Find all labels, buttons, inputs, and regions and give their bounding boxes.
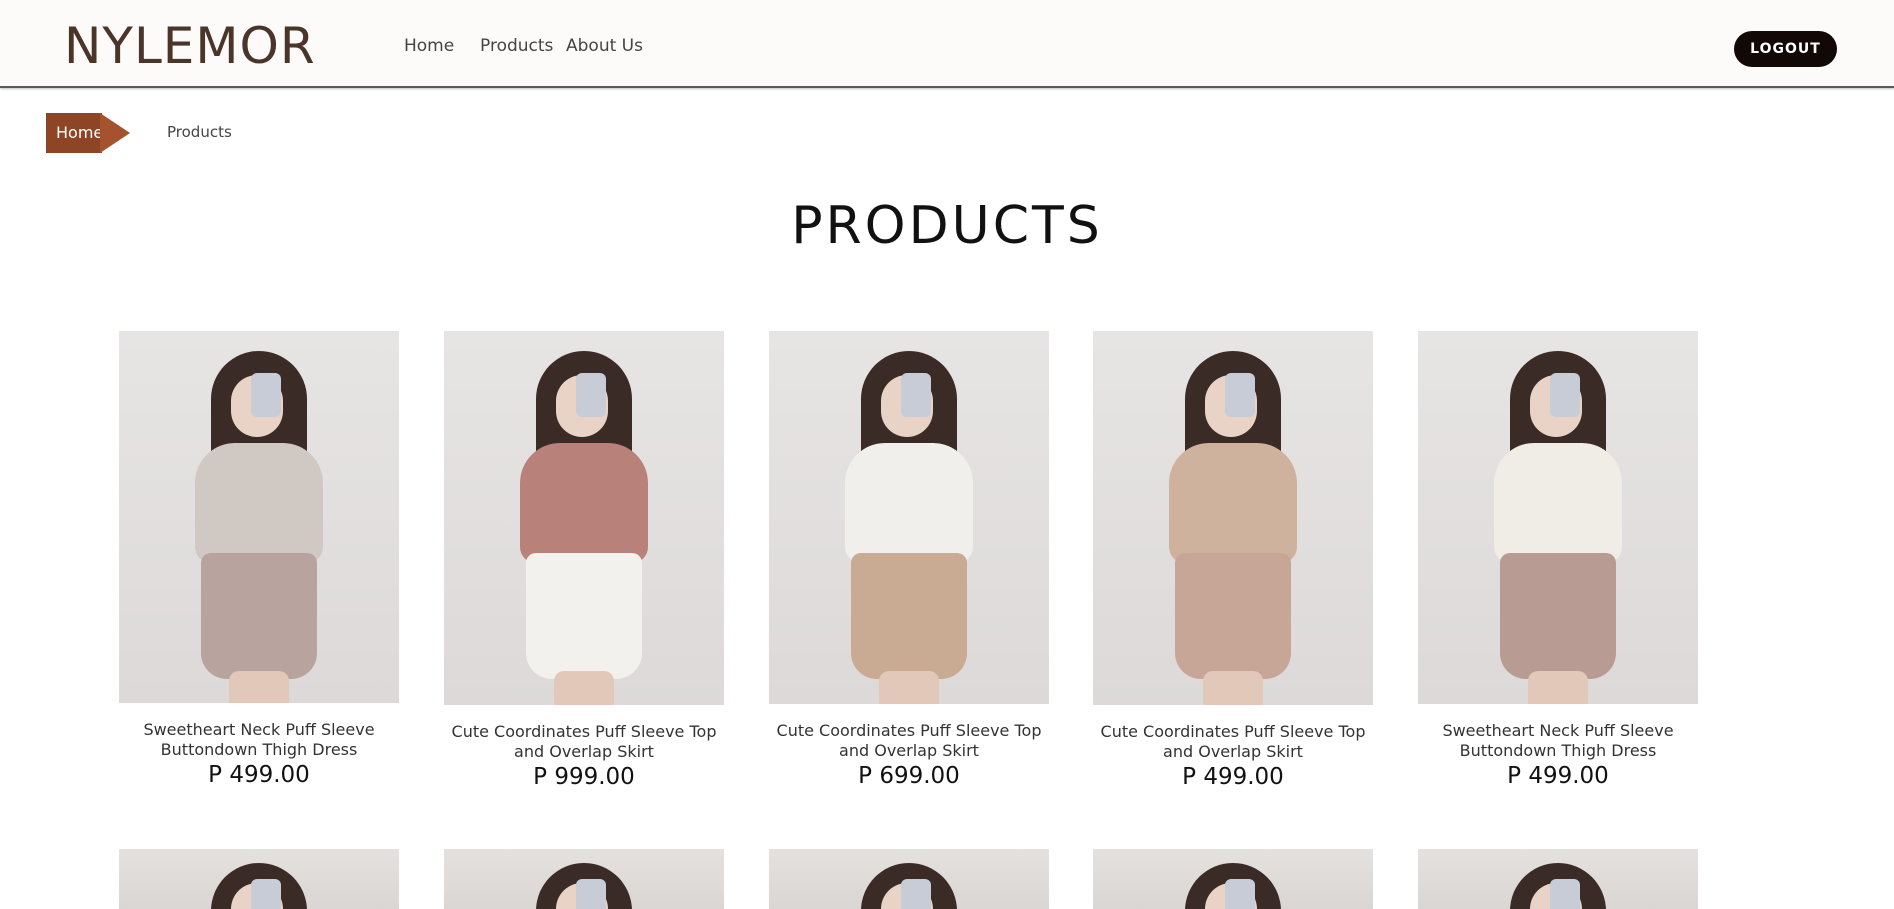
brand-logo[interactable]: NYLEMOR — [64, 18, 316, 74]
product-image[interactable] — [769, 331, 1049, 704]
product-image[interactable] — [769, 849, 1049, 909]
breadcrumb-home[interactable]: Home — [46, 113, 103, 153]
product-image[interactable] — [1418, 331, 1698, 704]
nav-home[interactable]: Home — [404, 36, 454, 56]
product-name[interactable]: Sweetheart Neck Puff Sleeve Buttondown T… — [1418, 721, 1698, 761]
product-price: P 499.00 — [208, 762, 310, 788]
product-price: P 999.00 — [533, 764, 635, 790]
logout-button[interactable]: LOGOUT — [1734, 31, 1837, 67]
product-name[interactable]: Sweetheart Neck Puff Sleeve Buttondown T… — [119, 720, 399, 760]
product-image[interactable] — [1418, 849, 1698, 909]
site-header: NYLEMOR Home Products About Us LOGOUT — [0, 0, 1894, 88]
nav-products[interactable]: Products — [480, 36, 553, 56]
product-name[interactable]: Cute Coordinates Puff Sleeve Top and Ove… — [769, 721, 1049, 761]
product-image[interactable] — [1093, 331, 1373, 705]
product-image[interactable] — [119, 331, 399, 703]
product-price: P 499.00 — [1182, 764, 1284, 790]
product-image[interactable] — [444, 849, 724, 909]
product-image[interactable] — [1093, 849, 1373, 909]
breadcrumb-current: Products — [167, 123, 232, 141]
nav-about-us[interactable]: About Us — [566, 36, 643, 56]
product-price: P 499.00 — [1507, 763, 1609, 789]
product-name[interactable]: Cute Coordinates Puff Sleeve Top and Ove… — [1093, 722, 1373, 762]
product-name[interactable]: Cute Coordinates Puff Sleeve Top and Ove… — [444, 722, 724, 762]
product-image[interactable] — [119, 849, 399, 909]
product-price: P 699.00 — [858, 763, 960, 789]
breadcrumb-arrow-icon — [100, 113, 130, 153]
page-title: PRODUCTS — [791, 196, 1103, 256]
product-image[interactable] — [444, 331, 724, 705]
